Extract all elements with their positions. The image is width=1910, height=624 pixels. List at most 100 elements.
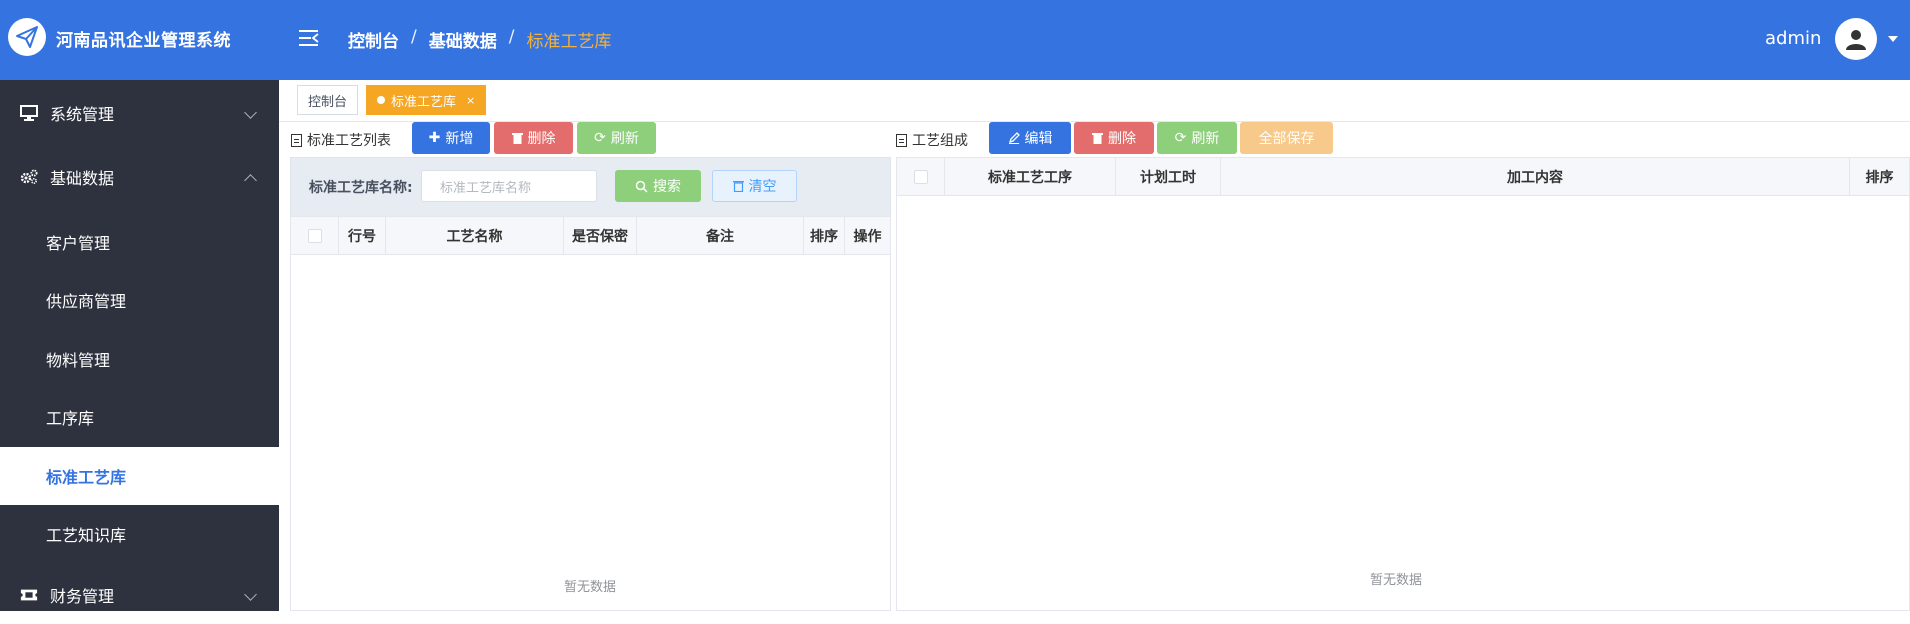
avatar[interactable] [1835, 18, 1877, 60]
column-header[interactable]: 排序 [1850, 158, 1909, 196]
button-label: 刷新 [1191, 131, 1220, 147]
sidebar-item-suppliers[interactable]: 供应商管理 [0, 271, 279, 329]
button-label: 编辑 [1024, 131, 1053, 147]
paper-plane-icon [16, 26, 38, 48]
sidebar-group-label: 基础数据 [50, 169, 115, 188]
user-menu-caret-icon[interactable] [1888, 36, 1898, 42]
table-header: 行号 工艺名称 是否保密 备注 排序 操作 [291, 217, 890, 255]
tab-dashboard[interactable]: 控制台 [297, 85, 359, 115]
breadcrumb-current: 标准工艺库 [526, 32, 612, 52]
pencil-icon [1008, 132, 1020, 144]
sidebar-item-label: 供应商管理 [46, 292, 127, 311]
tab-standard-process[interactable]: 标准工艺库 × [366, 85, 487, 115]
tab-label: 控制台 [308, 94, 348, 110]
button-label: 刷新 [610, 131, 639, 147]
sidebar-item-label: 工艺知识库 [46, 526, 127, 545]
sidebar-item-materials[interactable]: 物料管理 [0, 330, 279, 388]
sidebar-item-process-knowledge[interactable]: 工艺知识库 [0, 505, 279, 563]
button-label: 清空 [748, 179, 777, 195]
refresh-icon: ⟳ [594, 130, 606, 146]
search-bar: 标准工艺库名称: 标准工艺库名称 搜索 清空 [290, 157, 891, 217]
tab-bar: 控制台 标准工艺库 × [279, 80, 1910, 122]
monitor-icon [20, 104, 38, 122]
column-header[interactable]: 行号 [339, 217, 386, 255]
select-all-checkbox[interactable] [913, 170, 928, 184]
sidebar-item-label: 客户管理 [46, 234, 111, 253]
sidebar-group-label: 财务管理 [50, 587, 115, 606]
column-header[interactable]: 计划工时 [1116, 158, 1221, 196]
sidebar-item-label: 物料管理 [46, 351, 111, 370]
sidebar-group-system[interactable]: 系统管理 [0, 84, 279, 142]
process-composition-table: 标准工艺工序 计划工时 加工内容 排序 暂无数据 [896, 157, 1910, 611]
delete-button[interactable]: 删除 [1074, 122, 1154, 154]
add-button[interactable]: ✚ 新增 [412, 122, 490, 154]
empty-text: 暂无数据 [1370, 573, 1423, 588]
sidebar: 系统管理 基础数据 客户管理 供应商管理 物料管理 工序库 标准工艺库 工艺知识… [0, 80, 279, 611]
sidebar-item-label: 工序库 [46, 409, 95, 428]
active-dot-icon [377, 96, 385, 104]
column-header[interactable]: 加工内容 [1221, 158, 1850, 196]
edit-button[interactable]: 编辑 [989, 122, 1071, 154]
left-panel-title: 标准工艺列表 [291, 130, 391, 150]
sidebar-item-process-library[interactable]: 工序库 [0, 388, 279, 446]
user-name[interactable]: admin [1765, 28, 1821, 49]
search-button[interactable]: 搜索 [615, 170, 701, 202]
button-label: 全部保存 [1258, 131, 1315, 147]
select-all-column [897, 158, 945, 196]
trash-icon [1092, 133, 1103, 144]
gears-icon [20, 168, 38, 186]
search-placeholder: 标准工艺库名称 [440, 180, 532, 196]
select-all-checkbox[interactable] [307, 229, 322, 243]
chevron-up-icon [244, 174, 257, 187]
column-header[interactable]: 是否保密 [564, 217, 637, 255]
breadcrumb-separator: / [508, 27, 515, 47]
empty-text: 暂无数据 [564, 580, 617, 595]
breadcrumb-home[interactable]: 控制台 [348, 27, 399, 52]
chevron-down-icon [244, 106, 257, 119]
sidebar-group-basic-data[interactable]: 基础数据 [0, 148, 279, 206]
user-icon [1846, 30, 1866, 50]
refresh-button[interactable]: ⟳ 刷新 [577, 122, 656, 154]
refresh-button[interactable]: ⟳ 刷新 [1157, 122, 1237, 154]
trash-icon [732, 181, 744, 192]
sidebar-item-label: 标准工艺库 [46, 468, 127, 487]
sidebar-group-finance[interactable]: 财务管理 [0, 566, 279, 624]
column-header[interactable]: 操作 [845, 217, 890, 255]
document-icon [291, 133, 302, 147]
column-header[interactable]: 工艺名称 [386, 217, 564, 255]
button-label: 新增 [445, 131, 474, 147]
column-header[interactable]: 标准工艺工序 [945, 158, 1116, 196]
column-header[interactable]: 备注 [637, 217, 804, 255]
button-label: 删除 [527, 131, 556, 147]
document-icon [896, 133, 907, 147]
column-header[interactable]: 排序 [804, 217, 845, 255]
clear-button[interactable]: 清空 [712, 170, 797, 202]
top-header: 河南品讯企业管理系统 控制台 / 基础数据 / 标准工艺库 admin [0, 0, 1910, 80]
breadcrumb: 控制台 / 基础数据 / 标准工艺库 [348, 27, 611, 52]
app-title: 河南品讯企业管理系统 [56, 31, 231, 51]
chevron-down-icon [244, 588, 257, 601]
tab-label: 标准工艺库 [391, 94, 457, 110]
ticket-icon [20, 586, 38, 604]
right-panel-title: 工艺组成 [896, 130, 968, 150]
delete-button[interactable]: 删除 [494, 122, 573, 154]
table-header: 标准工艺工序 计划工时 加工内容 排序 [897, 158, 1909, 196]
search-label: 标准工艺库名称: [309, 180, 413, 196]
menu-fold-icon[interactable] [298, 28, 320, 48]
close-icon[interactable]: × [466, 94, 475, 107]
trash-icon [511, 133, 523, 144]
panel-title-text: 标准工艺列表 [307, 133, 391, 149]
search-icon [635, 180, 648, 193]
button-label: 搜索 [653, 179, 681, 195]
save-all-button[interactable]: 全部保存 [1240, 122, 1333, 154]
search-input[interactable]: 标准工艺库名称 [421, 170, 597, 202]
button-label: 删除 [1108, 131, 1136, 147]
plus-icon: ✚ [428, 130, 441, 146]
select-all-column [291, 217, 339, 255]
sidebar-item-customers[interactable]: 客户管理 [0, 213, 279, 271]
breadcrumb-basic-data[interactable]: 基础数据 [429, 27, 497, 52]
breadcrumb-separator: / [411, 27, 417, 47]
sidebar-item-standard-process[interactable]: 标准工艺库 [0, 447, 279, 505]
refresh-icon: ⟳ [1174, 130, 1187, 146]
panel-title-text: 工艺组成 [912, 133, 968, 149]
